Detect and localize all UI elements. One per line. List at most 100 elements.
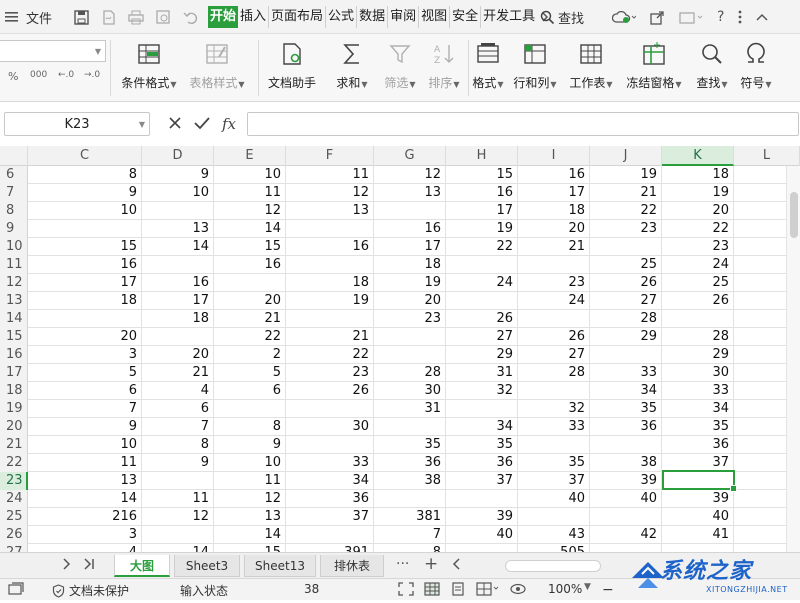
cell-e23[interactable]: 11 [214,472,286,490]
export-pdf-icon[interactable] [101,9,116,25]
cell-h15[interactable]: 27 [446,328,518,346]
cell-c15[interactable]: 20 [28,328,142,346]
cell-c26[interactable]: 3 [28,526,142,544]
cell-d19[interactable]: 6 [142,400,214,418]
cell-k16[interactable]: 29 [662,346,734,364]
cell-f9[interactable] [286,220,374,238]
cell-k25[interactable]: 40 [662,508,734,526]
tab-page-layout[interactable]: 页面布局 [269,6,327,28]
fullscreen-icon[interactable] [398,582,414,596]
print-icon[interactable] [128,10,144,25]
row-header[interactable]: 26 [0,526,28,544]
cell-c25[interactable]: 216 [28,508,142,526]
cell-f14[interactable] [286,310,374,328]
insert-function-icon[interactable]: fx [222,115,236,133]
cell-i16[interactable]: 27 [518,346,590,364]
tab-security[interactable]: 安全 [450,6,482,28]
cell-f25[interactable]: 37 [286,508,374,526]
cell-g22[interactable]: 36 [374,454,446,472]
cell-c19[interactable]: 7 [28,400,142,418]
tab-home[interactable]: 开始 [208,6,239,28]
tab-review[interactable]: 审阅 [388,6,420,28]
cell-j22[interactable]: 38 [590,454,662,472]
cell-e17[interactable]: 5 [214,364,286,382]
app-menu-button[interactable]: 文件 [4,0,52,34]
table-style-button[interactable]: 表格样式▼ [186,36,248,98]
cell-j12[interactable]: 26 [590,274,662,292]
cell-d20[interactable]: 7 [142,418,214,436]
cloud-sync-icon[interactable] [612,10,636,25]
cell-k8[interactable]: 20 [662,202,734,220]
cell-j8[interactable]: 22 [590,202,662,220]
cell-g25[interactable]: 381 [374,508,446,526]
cell-e9[interactable]: 14 [214,220,286,238]
cell-i23[interactable]: 37 [518,472,590,490]
more-options-icon[interactable] [738,10,742,24]
cell-j25[interactable] [590,508,662,526]
cell-i14[interactable] [518,310,590,328]
sheet-tab-main[interactable]: 大图 [114,555,170,577]
cell-e22[interactable]: 10 [214,454,286,472]
cell-j18[interactable]: 34 [590,382,662,400]
cell-h23[interactable]: 37 [446,472,518,490]
row-header[interactable]: 24 [0,490,28,508]
cell-f22[interactable]: 33 [286,454,374,472]
row-header[interactable]: 20 [0,418,28,436]
zoom-out-icon[interactable]: − [602,582,614,598]
cell-d15[interactable] [142,328,214,346]
cell-i21[interactable] [518,436,590,454]
cell-j21[interactable] [590,436,662,454]
cell-h19[interactable] [446,400,518,418]
row-header[interactable]: 9 [0,220,28,238]
cell-g19[interactable]: 31 [374,400,446,418]
cell-d6[interactable]: 9 [142,166,214,184]
page-break-view-icon[interactable] [476,582,500,596]
vertical-scrollbar[interactable] [786,166,800,552]
cell-d22[interactable]: 9 [142,454,214,472]
cell-g17[interactable]: 28 [374,364,446,382]
cell-h27[interactable] [446,544,518,552]
cell-j7[interactable]: 21 [590,184,662,202]
cell-e24[interactable]: 12 [214,490,286,508]
cell-i17[interactable]: 28 [518,364,590,382]
cell-i15[interactable]: 26 [518,328,590,346]
row-header[interactable]: 16 [0,346,28,364]
cell-g10[interactable]: 17 [374,238,446,256]
active-cell-cursor[interactable] [662,470,737,492]
cell-h6[interactable]: 15 [446,166,518,184]
row-header[interactable]: 17 [0,364,28,382]
row-header[interactable]: 27 [0,544,28,552]
cell-e6[interactable]: 10 [214,166,286,184]
cell-e16[interactable]: 2 [214,346,286,364]
cell-f7[interactable]: 12 [286,184,374,202]
cell-j10[interactable] [590,238,662,256]
cell-i6[interactable]: 16 [518,166,590,184]
cell-k18[interactable]: 33 [662,382,734,400]
cell-i22[interactable]: 35 [518,454,590,472]
cell-d8[interactable] [142,202,214,220]
cell-i9[interactable]: 20 [518,220,590,238]
normal-view-icon[interactable] [424,582,440,596]
column-header-l[interactable]: L [734,146,800,166]
cell-f20[interactable]: 30 [286,418,374,436]
cell-h20[interactable]: 34 [446,418,518,436]
cell-e27[interactable]: 15 [214,544,286,552]
cell-c18[interactable]: 6 [28,382,142,400]
cell-d11[interactable] [142,256,214,274]
cell-c16[interactable]: 3 [28,346,142,364]
help-icon[interactable]: ? [717,9,724,25]
row-header[interactable]: 10 [0,238,28,256]
column-header-j[interactable]: J [590,146,662,166]
cell-d9[interactable]: 13 [142,220,214,238]
sort-button[interactable]: AZ 排序▼ [422,36,466,98]
cell-i24[interactable]: 40 [518,490,590,508]
number-format-dropdown[interactable]: ▼ [0,40,106,62]
cell-h18[interactable]: 32 [446,382,518,400]
cell-h9[interactable]: 19 [446,220,518,238]
tab-data[interactable]: 数据 [357,6,389,28]
row-header[interactable]: 15 [0,328,28,346]
document-assistant-button[interactable]: 文档助手 [264,36,320,98]
column-header-h[interactable]: H [446,146,518,166]
cell-d27[interactable]: 14 [142,544,214,552]
cell-j9[interactable]: 23 [590,220,662,238]
